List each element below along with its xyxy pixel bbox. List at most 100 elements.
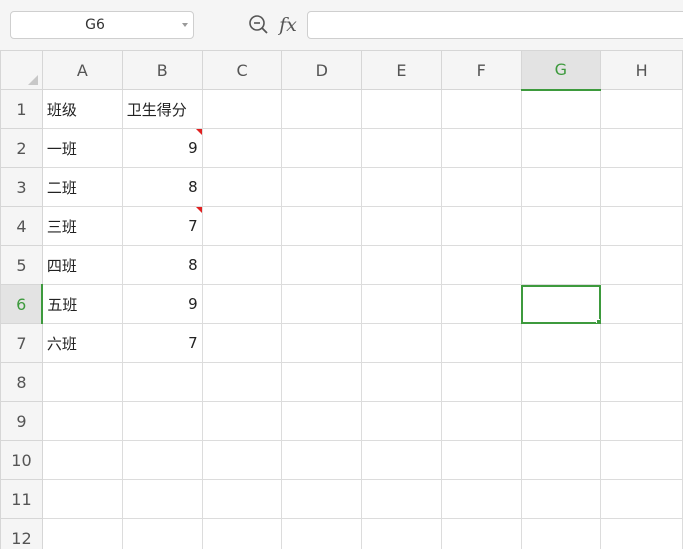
select-all-corner[interactable]: [0, 50, 43, 90]
cell-e1[interactable]: [361, 89, 442, 129]
cell-b9[interactable]: [121, 401, 203, 441]
cell-b7[interactable]: 7: [121, 323, 203, 363]
cell-c2[interactable]: [201, 128, 283, 168]
row-header-1[interactable]: 1: [0, 89, 43, 129]
cell-b4[interactable]: 7: [121, 206, 203, 246]
cell-h8[interactable]: [600, 362, 683, 402]
cell-g5[interactable]: [520, 245, 602, 285]
row-header-6[interactable]: 6: [0, 284, 44, 324]
cell-d6[interactable]: [281, 284, 363, 324]
cell-g6[interactable]: [520, 284, 602, 324]
cell-d12[interactable]: [281, 518, 363, 549]
cell-g11[interactable]: [520, 479, 602, 519]
cell-d1[interactable]: [281, 89, 363, 129]
cell-f12[interactable]: [440, 518, 522, 549]
cell-a1[interactable]: 班级: [41, 89, 123, 129]
cell-g8[interactable]: [520, 362, 602, 402]
cell-d10[interactable]: [281, 440, 363, 480]
cell-h12[interactable]: [600, 518, 683, 549]
cell-d5[interactable]: [281, 245, 363, 285]
cell-a10[interactable]: [41, 440, 123, 480]
cell-d9[interactable]: [281, 401, 363, 441]
column-header-g[interactable]: G: [520, 50, 602, 91]
cell-e6[interactable]: [361, 284, 442, 324]
cell-a4[interactable]: 三班: [41, 206, 123, 246]
column-header-b[interactable]: B: [121, 50, 203, 90]
column-header-e[interactable]: E: [361, 50, 442, 90]
cell-g3[interactable]: [520, 167, 602, 207]
column-header-a[interactable]: A: [41, 50, 123, 90]
cell-e3[interactable]: [361, 167, 442, 207]
cell-d3[interactable]: [281, 167, 363, 207]
row-header-3[interactable]: 3: [0, 167, 43, 207]
cell-c12[interactable]: [201, 518, 283, 549]
cell-d2[interactable]: [281, 128, 363, 168]
column-header-d[interactable]: D: [281, 50, 363, 90]
cell-f4[interactable]: [440, 206, 522, 246]
column-header-c[interactable]: C: [201, 50, 283, 90]
cell-f5[interactable]: [440, 245, 522, 285]
cell-g1[interactable]: [520, 89, 602, 129]
cell-a11[interactable]: [41, 479, 123, 519]
cell-b2[interactable]: 9: [121, 128, 203, 168]
row-header-10[interactable]: 10: [0, 440, 43, 480]
cell-c9[interactable]: [201, 401, 283, 441]
cell-f9[interactable]: [440, 401, 522, 441]
cell-d11[interactable]: [281, 479, 363, 519]
cell-f6[interactable]: [440, 284, 522, 324]
cell-e10[interactable]: [361, 440, 442, 480]
row-header-9[interactable]: 9: [0, 401, 43, 441]
cell-e8[interactable]: [361, 362, 442, 402]
cell-g12[interactable]: [520, 518, 602, 549]
cell-h1[interactable]: [600, 89, 683, 129]
cell-e11[interactable]: [361, 479, 442, 519]
cell-b6[interactable]: 9: [121, 284, 203, 324]
cell-h11[interactable]: [600, 479, 683, 519]
cell-h3[interactable]: [600, 167, 683, 207]
cell-d8[interactable]: [281, 362, 363, 402]
row-header-7[interactable]: 7: [0, 323, 43, 363]
cell-d7[interactable]: [281, 323, 363, 363]
cell-b3[interactable]: 8: [121, 167, 203, 207]
formula-bar-input[interactable]: [307, 11, 683, 39]
cell-f1[interactable]: [440, 89, 522, 129]
cell-b1[interactable]: 卫生得分: [121, 89, 203, 129]
cell-h7[interactable]: [600, 323, 683, 363]
cell-c8[interactable]: [201, 362, 283, 402]
cell-f10[interactable]: [440, 440, 522, 480]
cell-a8[interactable]: [41, 362, 123, 402]
row-header-4[interactable]: 4: [0, 206, 43, 246]
cell-a9[interactable]: [41, 401, 123, 441]
cell-b12[interactable]: [121, 518, 203, 549]
name-box-value[interactable]: G6: [11, 12, 179, 38]
cell-b5[interactable]: 8: [121, 245, 203, 285]
cell-f7[interactable]: [440, 323, 522, 363]
cell-h2[interactable]: [600, 128, 683, 168]
cell-c1[interactable]: [201, 89, 283, 129]
cell-c10[interactable]: [201, 440, 283, 480]
cell-g4[interactable]: [520, 206, 602, 246]
cell-c7[interactable]: [201, 323, 283, 363]
row-header-8[interactable]: 8: [0, 362, 43, 402]
cell-h10[interactable]: [600, 440, 683, 480]
cell-c6[interactable]: [201, 284, 283, 324]
insert-function-button[interactable]: fx: [276, 13, 300, 37]
cell-f8[interactable]: [440, 362, 522, 402]
cell-g10[interactable]: [520, 440, 602, 480]
column-header-h[interactable]: H: [600, 50, 683, 90]
cell-e4[interactable]: [361, 206, 442, 246]
cell-e12[interactable]: [361, 518, 442, 549]
cell-c3[interactable]: [201, 167, 283, 207]
cell-b8[interactable]: [121, 362, 203, 402]
cell-h4[interactable]: [600, 206, 683, 246]
cell-c5[interactable]: [201, 245, 283, 285]
cell-b11[interactable]: [121, 479, 203, 519]
cell-g2[interactable]: [520, 128, 602, 168]
cell-c4[interactable]: [201, 206, 283, 246]
cell-c11[interactable]: [201, 479, 283, 519]
cell-f3[interactable]: [440, 167, 522, 207]
zoom-formula-icon[interactable]: [247, 13, 271, 37]
row-header-5[interactable]: 5: [0, 245, 43, 285]
cell-e9[interactable]: [361, 401, 442, 441]
cell-a2[interactable]: 一班: [41, 128, 123, 168]
